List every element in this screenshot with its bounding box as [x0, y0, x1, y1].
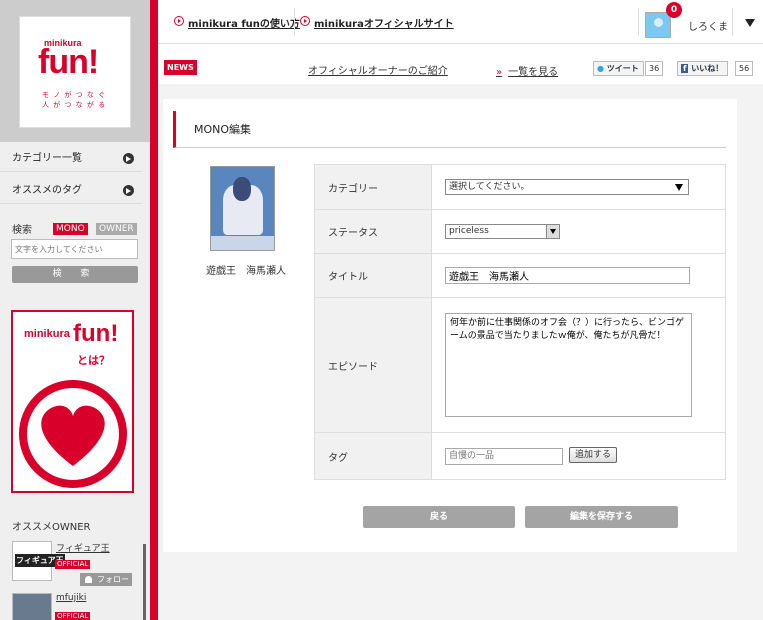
category-select[interactable]: 選択してください。 — [445, 179, 689, 195]
tag-label: タグ — [314, 432, 432, 480]
arrow-circle-icon — [174, 16, 184, 26]
form-row-category: カテゴリー 選択してください。 — [314, 164, 726, 210]
episode-cell: 何年か前に仕事関係のオフ会（？）に行ったら、ビンゴゲームの景品で当たりましたｗ俺… — [431, 297, 726, 433]
owner-thumbnail[interactable] — [12, 593, 52, 620]
chevron-down-icon — [546, 225, 559, 238]
status-label: ステータス — [314, 209, 432, 254]
owner-thumbnail[interactable]: フィギュア王 — [12, 541, 65, 581]
product-image — [210, 166, 275, 251]
like-label: いいね！ — [691, 64, 724, 73]
owner-name[interactable]: mfujiki — [56, 593, 86, 603]
chevron-right-icon — [123, 153, 134, 164]
raquo-icon: » — [496, 67, 503, 78]
accent-divider — [150, 0, 158, 620]
caret-down-icon[interactable] — [745, 19, 755, 27]
search-button[interactable]: 検 索 — [12, 266, 138, 283]
category-cell: 選択してください。 — [431, 164, 726, 210]
logo-tagline-1: モ ノ が つ な ぐ — [42, 91, 107, 99]
tweet-count: 36 — [645, 61, 664, 76]
category-select-value: 選択してください。 — [449, 182, 530, 192]
official-site-label: minikuraオフィシャルサイト — [314, 19, 454, 30]
news-item-link[interactable]: オフィシャルオーナーのご紹介 — [308, 62, 448, 77]
divider — [638, 8, 639, 36]
follow-button[interactable]: フォロー — [80, 573, 132, 586]
news-more-link[interactable]: » 一覧を見る — [496, 63, 558, 78]
sidebar-item-label: オススメのタグ — [12, 185, 82, 196]
logo-area: minikura fun! モ ノ が つ な ぐ 人 が つ な が る — [0, 0, 150, 142]
howto-link[interactable]: minikura funの使い方 — [174, 15, 300, 30]
howto-link-label: minikura funの使い方 — [188, 19, 300, 30]
news-badge: NEWS — [164, 60, 197, 75]
search-label: 検索 — [12, 225, 32, 236]
status-select[interactable]: priceless — [445, 224, 560, 239]
heart-icon — [19, 380, 127, 488]
banner-question: とは？ — [77, 354, 110, 367]
figure-head — [233, 177, 251, 201]
form-row-episode: エピソード 何年か前に仕事関係のオフ会（？）に行ったら、ビンゴゲームの景品で当た… — [314, 297, 726, 433]
person-icon — [85, 576, 92, 583]
status-select-value: priceless — [449, 226, 489, 236]
sidebar-item-tags[interactable]: オススメのタグ — [0, 177, 142, 204]
episode-label: エピソード — [314, 297, 432, 433]
title-label: タイトル — [314, 253, 432, 298]
logo-tagline-2: 人 が つ な が る — [42, 101, 107, 109]
banner-big-text: fun! — [73, 320, 119, 347]
toggle-mono[interactable]: MONO — [53, 223, 88, 235]
status-cell: priceless — [431, 209, 726, 254]
title-cell — [431, 253, 726, 298]
divider — [732, 8, 733, 36]
divider — [294, 8, 295, 36]
tweet-label: ツイート — [606, 64, 639, 73]
form-row-title: タイトル — [314, 253, 726, 298]
recommended-owner-heading: オススメOWNER — [12, 522, 91, 533]
username[interactable]: しろくま — [688, 18, 728, 33]
official-badge: OFFICIAL — [55, 560, 91, 569]
official-badge: OFFICIAL — [55, 612, 91, 620]
page-title: MONO編集 — [173, 111, 726, 148]
facebook-icon: f — [681, 64, 689, 73]
notification-badge[interactable]: 0 — [666, 2, 682, 18]
tag-input[interactable] — [445, 447, 563, 465]
like-count: 56 — [735, 61, 754, 76]
sidebar-item-categories[interactable]: カテゴリー一覧 — [0, 145, 142, 172]
arrow-circle-icon — [300, 16, 310, 26]
box-band — [211, 236, 274, 250]
official-site-link[interactable]: minikuraオフィシャルサイト — [300, 15, 454, 30]
sidebar-scrollbar[interactable] — [143, 544, 146, 620]
site-logo[interactable]: minikura fun! モ ノ が つ な ぐ 人 が つ な が る — [19, 16, 131, 128]
add-tag-button[interactable]: 追加する — [569, 447, 618, 464]
banner-small-text: minikura — [24, 328, 70, 340]
sidebar-item-label: カテゴリー一覧 — [12, 153, 82, 164]
tag-cell: 追加する — [431, 432, 726, 480]
category-label: カテゴリー — [314, 164, 432, 210]
logo-big-text: fun! — [38, 43, 99, 81]
about-banner[interactable]: minikura fun! とは？ — [11, 310, 134, 493]
title-input[interactable] — [445, 267, 690, 284]
sidebar: minikura fun! モ ノ が つ な ぐ 人 が つ な が る カテ… — [0, 0, 150, 620]
episode-textarea[interactable]: 何年か前に仕事関係のオフ会（？）に行ったら、ビンゴゲームの景品で当たりましたｗ俺… — [445, 313, 692, 417]
news-bar: NEWS オフィシャルオーナーのご紹介 » 一覧を見る ● ツイート 36 f い… — [158, 52, 763, 84]
like-button[interactable]: f いいね！ — [677, 61, 729, 76]
toggle-owner[interactable]: OWNER — [96, 223, 137, 235]
tweet-button[interactable]: ● ツイート — [593, 61, 644, 76]
news-more-label: 一覧を見る — [508, 67, 559, 78]
form-row-tag: タグ 追加する — [314, 432, 726, 480]
follow-label: フォロー — [97, 575, 129, 584]
avatar[interactable] — [645, 12, 671, 38]
search-input[interactable] — [11, 239, 138, 259]
bird-icon: ● — [597, 64, 604, 73]
top-header: minikura funの使い方 minikuraオフィシャルサイト 0 しろく… — [158, 0, 763, 44]
owner-name[interactable]: フィギュア王 — [56, 541, 110, 554]
product-caption: 遊戯王 海馬瀬人 — [206, 266, 286, 277]
back-button[interactable]: 戻る — [363, 506, 515, 528]
save-button[interactable]: 編集を保存する — [525, 506, 678, 528]
chevron-right-icon — [123, 185, 134, 196]
form-row-status: ステータス priceless — [314, 209, 726, 254]
edit-form: カテゴリー 選択してください。 ステータス priceless タイトル エピソ… — [314, 164, 726, 480]
